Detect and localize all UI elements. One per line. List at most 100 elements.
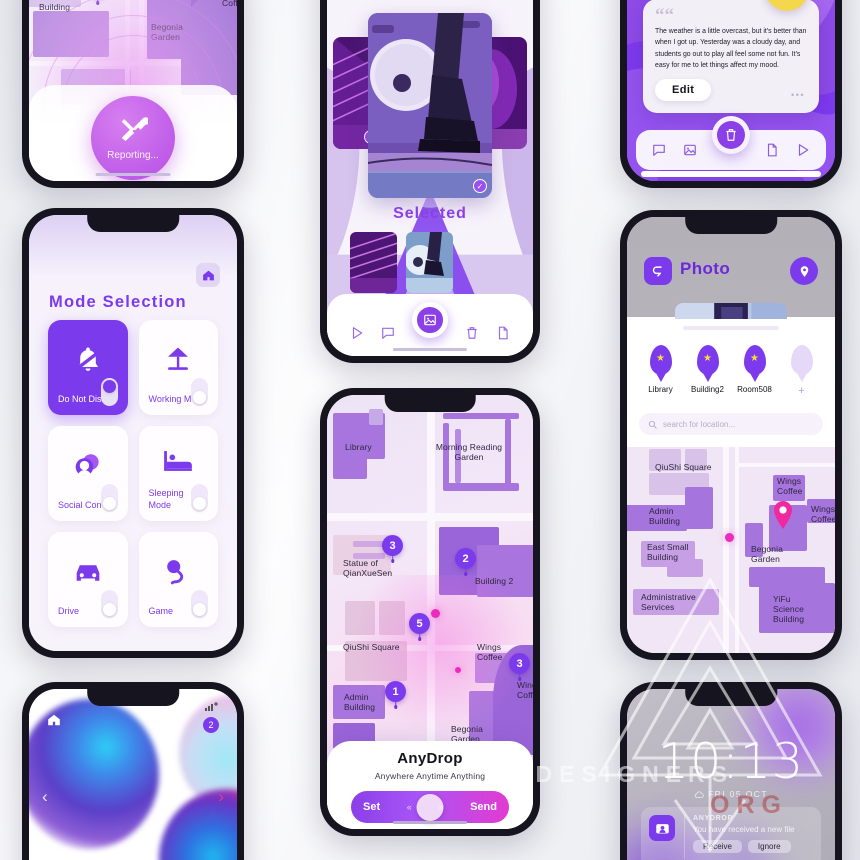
page-title: Mode Selection	[49, 293, 187, 311]
play-icon[interactable]	[350, 326, 364, 340]
notification-card[interactable]: ANYDROP You have received a new file Rec…	[641, 807, 821, 860]
file-icon[interactable]	[765, 143, 779, 157]
trash-fab-button[interactable]	[712, 116, 750, 154]
star-pin-icon: ★	[696, 345, 719, 375]
quote-mark-icon: ““	[655, 5, 674, 26]
prev-arrow-icon[interactable]: ‹	[42, 787, 48, 807]
notch	[87, 689, 179, 706]
mode-card-working[interactable]: Working Mode	[138, 320, 218, 415]
file-icon[interactable]	[496, 326, 510, 340]
home-icon[interactable]	[47, 713, 61, 727]
map-pin[interactable]: 5	[409, 613, 430, 634]
selected-map-pin-icon[interactable]	[773, 501, 793, 529]
edit-button[interactable]: Edit	[655, 79, 712, 102]
home-button[interactable]	[196, 263, 220, 287]
map-label: Morning Reading Garden	[435, 442, 503, 462]
next-arrow-icon[interactable]: ›	[218, 787, 224, 807]
lock-date: FRI 05 OCT	[627, 789, 835, 799]
check-circle-icon[interactable]: ✓	[473, 179, 487, 193]
mode-toggle[interactable]	[100, 484, 118, 512]
mode-toggle[interactable]	[191, 484, 208, 512]
trash-icon[interactable]	[465, 326, 479, 340]
home-indicator[interactable]	[641, 171, 821, 177]
locations-panel: ★ Library ★ Building2 ★ Room508 + search…	[627, 319, 835, 447]
location-label: Building2	[691, 385, 724, 394]
location-item[interactable]: ★ Building2	[684, 345, 731, 397]
notch	[384, 395, 476, 412]
people-icon	[75, 454, 99, 477]
mode-toggle[interactable]	[191, 590, 208, 618]
lock-time: 10:13	[657, 733, 805, 790]
add-location-item[interactable]: +	[778, 345, 825, 397]
location-item[interactable]: ★ Library	[637, 345, 684, 397]
ignore-button[interactable]: Ignore	[747, 840, 791, 853]
home-indicator[interactable]	[392, 820, 468, 824]
home-icon	[202, 270, 214, 280]
screen-reporting: Admin Building Begonia Garden Wings Coff…	[29, 0, 237, 181]
map-pin[interactable]: 1	[385, 681, 406, 702]
map-pin[interactable]: 2	[455, 548, 476, 569]
phone-chat: ““ The weather is a little overcast, but…	[620, 0, 842, 188]
phone-selected-photos: ✓ Selected	[320, 0, 540, 363]
selected-thumb[interactable]	[350, 232, 397, 293]
map-label: Building 2	[475, 576, 514, 586]
search-placeholder: search for location...	[663, 419, 736, 429]
mode-grid: Do Not Disturb Working Mode Social Conta…	[48, 320, 218, 627]
search-icon	[648, 420, 657, 429]
screen-anydrop: Library Morning Reading Garden Statue of…	[327, 395, 533, 829]
reporting-button[interactable]: Reporting...	[91, 96, 175, 180]
chat-icon[interactable]	[652, 143, 666, 157]
send-slider[interactable]: Set « » Send	[351, 791, 509, 823]
selected-thumb[interactable]	[406, 232, 453, 293]
phone-photo-locations: Photo ★ Library ★ Building2 ★ Room508 + …	[620, 210, 842, 660]
map-pin[interactable]: 3	[509, 653, 530, 674]
map-label: QiuShi Square	[655, 462, 712, 472]
slider-set-label: Set	[363, 801, 381, 813]
mode-card-do-not-disturb[interactable]: Do Not Disturb	[48, 320, 128, 415]
chat-icon[interactable]	[381, 326, 395, 340]
back-arrow-icon	[652, 265, 662, 277]
map-label: Administrative Services	[641, 592, 696, 612]
home-indicator[interactable]	[392, 347, 468, 351]
mode-card-game[interactable]: Game	[138, 532, 218, 627]
back-button[interactable]	[644, 257, 672, 285]
plus-icon: +	[798, 385, 805, 397]
receive-button[interactable]: Receive	[693, 840, 742, 853]
mode-toggle[interactable]	[100, 378, 118, 406]
notification-badge: 2	[203, 717, 219, 733]
map-pin[interactable]: 3	[382, 535, 403, 556]
mode-toggle[interactable]	[100, 590, 118, 618]
screen-photo: Photo ★ Library ★ Building2 ★ Room508 + …	[627, 217, 835, 653]
anydrop-icon	[649, 815, 675, 841]
reporting-label: Reporting...	[107, 149, 159, 161]
signal-icon	[205, 702, 218, 711]
mode-card-sleeping[interactable]: Sleeping Mode	[138, 426, 218, 521]
empty-pin-icon	[790, 345, 813, 375]
location-list: ★ Library ★ Building2 ★ Room508 +	[637, 345, 825, 397]
screen-mode-selection: Mode Selection Do Not Disturb Working Mo…	[29, 215, 237, 651]
app-name: AnyDrop	[397, 750, 463, 767]
home-indicator[interactable]	[95, 172, 171, 176]
image-fab-button[interactable]	[412, 302, 448, 338]
photo-main[interactable]: ✓	[368, 13, 492, 198]
search-bar[interactable]: search for location...	[639, 413, 823, 435]
phone-anydrop: Library Morning Reading Garden Statue of…	[320, 388, 540, 836]
map-photo: QiuShi Square Wings Coffee Wings Coffee …	[627, 447, 835, 653]
map-label: QiuShi Square	[343, 642, 400, 652]
star-pin-icon: ★	[743, 345, 766, 375]
mode-card-social[interactable]: Social Contact	[48, 426, 128, 521]
mode-card-drive[interactable]: Drive	[48, 532, 128, 627]
mode-toggle[interactable]	[191, 378, 208, 406]
image-icon[interactable]	[683, 143, 697, 157]
location-item[interactable]: ★ Room508	[731, 345, 778, 397]
tools-icon	[121, 116, 148, 141]
map-label: East Small Building	[647, 542, 689, 562]
phone-mode-selection: Mode Selection Do Not Disturb Working Mo…	[22, 208, 244, 658]
sheet-handle[interactable]	[683, 326, 779, 330]
map-pin-button[interactable]	[790, 257, 818, 285]
map-label: Wings Coffee	[222, 0, 237, 8]
quote-text: The weather is a little overcast, but it…	[655, 28, 807, 69]
play-icon[interactable]	[796, 143, 810, 157]
more-options-icon[interactable]: •••	[791, 90, 805, 100]
quote-card: ““ The weather is a little overcast, but…	[643, 0, 819, 114]
